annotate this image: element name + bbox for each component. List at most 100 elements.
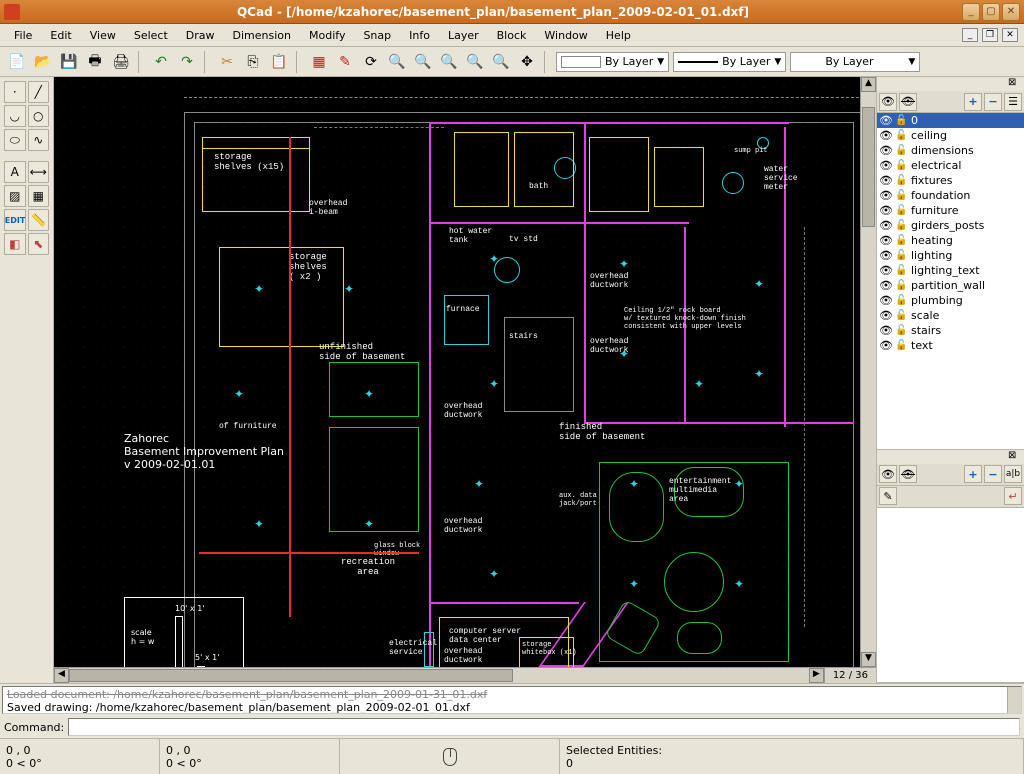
- lock-icon[interactable]: 🔓: [895, 160, 909, 171]
- vscroll-thumb[interactable]: [862, 107, 875, 227]
- vertical-scrollbar[interactable]: ▲ ▼: [860, 77, 876, 667]
- block-panel-close-icon[interactable]: ⊠: [1008, 450, 1022, 464]
- layer-row-lighting_text[interactable]: 👁🔓lighting_text: [877, 263, 1024, 278]
- menu-snap[interactable]: Snap: [355, 26, 399, 45]
- dimension-tool-icon[interactable]: ⟷: [28, 161, 50, 183]
- lock-icon[interactable]: 🔓: [895, 175, 909, 186]
- scroll-up-icon[interactable]: ▲: [861, 77, 876, 92]
- lock-icon[interactable]: 🔓: [895, 265, 909, 276]
- lock-icon[interactable]: 🔓: [895, 190, 909, 201]
- eye-icon[interactable]: 👁: [879, 144, 893, 157]
- horizontal-scrollbar[interactable]: ◀ ▶ 12 / 36: [54, 667, 876, 683]
- point-tool-icon[interactable]: ·: [4, 81, 26, 103]
- print-button[interactable]: 🖶: [84, 51, 106, 73]
- lock-icon[interactable]: 🔓: [895, 115, 909, 126]
- layer-row-electrical[interactable]: 👁🔓electrical: [877, 158, 1024, 173]
- menu-dimension[interactable]: Dimension: [225, 26, 299, 45]
- menu-file[interactable]: File: [6, 26, 40, 45]
- undo-button[interactable]: ↶: [150, 51, 172, 73]
- layer-row-furniture[interactable]: 👁🔓furniture: [877, 203, 1024, 218]
- layer-edit-button[interactable]: ☰: [1004, 93, 1022, 111]
- menu-view[interactable]: View: [82, 26, 124, 45]
- layer-row-stairs[interactable]: 👁🔓stairs: [877, 323, 1024, 338]
- linetype-selector[interactable]: By Layer ▼: [673, 52, 786, 72]
- block-tool-icon[interactable]: ◧: [4, 233, 26, 255]
- block-hide-all-icon[interactable]: 👁: [899, 465, 917, 483]
- edit-tool-icon[interactable]: EDIT: [4, 209, 26, 231]
- drawing-canvas[interactable]: Zahorec Basement Improvement Plan v 2009…: [54, 77, 860, 667]
- ellipse-tool-icon[interactable]: ⬭: [4, 129, 26, 151]
- paste-button[interactable]: 📋: [268, 51, 290, 73]
- copy-button[interactable]: ⎘: [242, 51, 264, 73]
- eye-icon[interactable]: 👁: [879, 309, 893, 322]
- layer-row-0[interactable]: 👁🔓0: [877, 113, 1024, 128]
- save-button[interactable]: 💾: [58, 51, 80, 73]
- layer-row-fixtures[interactable]: 👁🔓fixtures: [877, 173, 1024, 188]
- cut-button[interactable]: ✂: [216, 51, 238, 73]
- select-tool-icon[interactable]: ⬉: [28, 233, 50, 255]
- block-edit-icon[interactable]: ✎: [879, 487, 897, 505]
- scroll-right-icon[interactable]: ▶: [809, 668, 824, 683]
- lock-icon[interactable]: 🔓: [895, 325, 909, 336]
- layer-row-text[interactable]: 👁🔓text: [877, 338, 1024, 353]
- layer-remove-button[interactable]: −: [984, 93, 1002, 111]
- line-tool-icon[interactable]: ╱: [28, 81, 50, 103]
- eye-icon[interactable]: 👁: [879, 204, 893, 217]
- eye-icon[interactable]: 👁: [879, 174, 893, 187]
- layer-row-partition_wall[interactable]: 👁🔓partition_wall: [877, 278, 1024, 293]
- hatch-tool-icon[interactable]: ▨: [4, 185, 26, 207]
- zoom-out-button[interactable]: 🔍: [412, 51, 434, 73]
- eye-icon[interactable]: 👁: [879, 129, 893, 142]
- menu-info[interactable]: Info: [401, 26, 438, 45]
- pan-button[interactable]: ✥: [516, 51, 538, 73]
- mdi-restore-button[interactable]: ❐: [982, 28, 998, 42]
- lock-icon[interactable]: 🔓: [895, 295, 909, 306]
- mdi-minimize-button[interactable]: _: [962, 28, 978, 42]
- zoom-in-button[interactable]: 🔍: [386, 51, 408, 73]
- layer-row-scale[interactable]: 👁🔓scale: [877, 308, 1024, 323]
- hscroll-thumb[interactable]: [69, 669, 513, 682]
- measure-tool-icon[interactable]: 📏: [28, 209, 49, 231]
- eye-icon[interactable]: 👁: [879, 114, 893, 127]
- circle-tool-icon[interactable]: ○: [28, 105, 50, 127]
- layer-row-plumbing[interactable]: 👁🔓plumbing: [877, 293, 1024, 308]
- image-tool-icon[interactable]: ▦: [28, 185, 50, 207]
- eye-icon[interactable]: 👁: [879, 279, 893, 292]
- layer-row-ceiling[interactable]: 👁🔓ceiling: [877, 128, 1024, 143]
- menu-help[interactable]: Help: [598, 26, 639, 45]
- block-add-button[interactable]: +: [964, 465, 982, 483]
- color-selector[interactable]: By Layer ▼: [556, 52, 669, 72]
- menu-window[interactable]: Window: [536, 26, 595, 45]
- maximize-button[interactable]: ▢: [982, 3, 1000, 21]
- layer-row-foundation[interactable]: 👁🔓foundation: [877, 188, 1024, 203]
- lock-icon[interactable]: 🔓: [895, 145, 909, 156]
- menu-edit[interactable]: Edit: [42, 26, 79, 45]
- lineweight-selector[interactable]: By Layer ▼: [790, 52, 920, 72]
- scroll-left-icon[interactable]: ◀: [54, 668, 69, 683]
- layer-panel-close-icon[interactable]: ⊠: [1008, 77, 1022, 91]
- eye-icon[interactable]: 👁: [879, 159, 893, 172]
- block-insert-icon[interactable]: ↵: [1004, 487, 1022, 505]
- lock-icon[interactable]: 🔓: [895, 205, 909, 216]
- lock-icon[interactable]: 🔓: [895, 220, 909, 231]
- mdi-close-button[interactable]: ✕: [1002, 28, 1018, 42]
- menu-modify[interactable]: Modify: [301, 26, 353, 45]
- close-button[interactable]: ✕: [1002, 3, 1020, 21]
- eye-icon[interactable]: 👁: [879, 324, 893, 337]
- eye-icon[interactable]: 👁: [879, 234, 893, 247]
- lock-icon[interactable]: 🔓: [895, 130, 909, 141]
- minimize-button[interactable]: _: [962, 3, 980, 21]
- block-rename-button[interactable]: a|b: [1004, 465, 1022, 483]
- block-remove-button[interactable]: −: [984, 465, 1002, 483]
- layer-row-lighting[interactable]: 👁🔓lighting: [877, 248, 1024, 263]
- menu-select[interactable]: Select: [126, 26, 176, 45]
- eye-icon[interactable]: 👁: [879, 219, 893, 232]
- layer-add-button[interactable]: +: [964, 93, 982, 111]
- grid-button[interactable]: ▦: [308, 51, 330, 73]
- new-button[interactable]: 📄: [6, 51, 28, 73]
- layer-hide-all-icon[interactable]: 👁: [899, 93, 917, 111]
- block-list[interactable]: [877, 508, 1024, 682]
- lock-icon[interactable]: 🔓: [895, 250, 909, 261]
- eye-icon[interactable]: 👁: [879, 264, 893, 277]
- menu-layer[interactable]: Layer: [440, 26, 487, 45]
